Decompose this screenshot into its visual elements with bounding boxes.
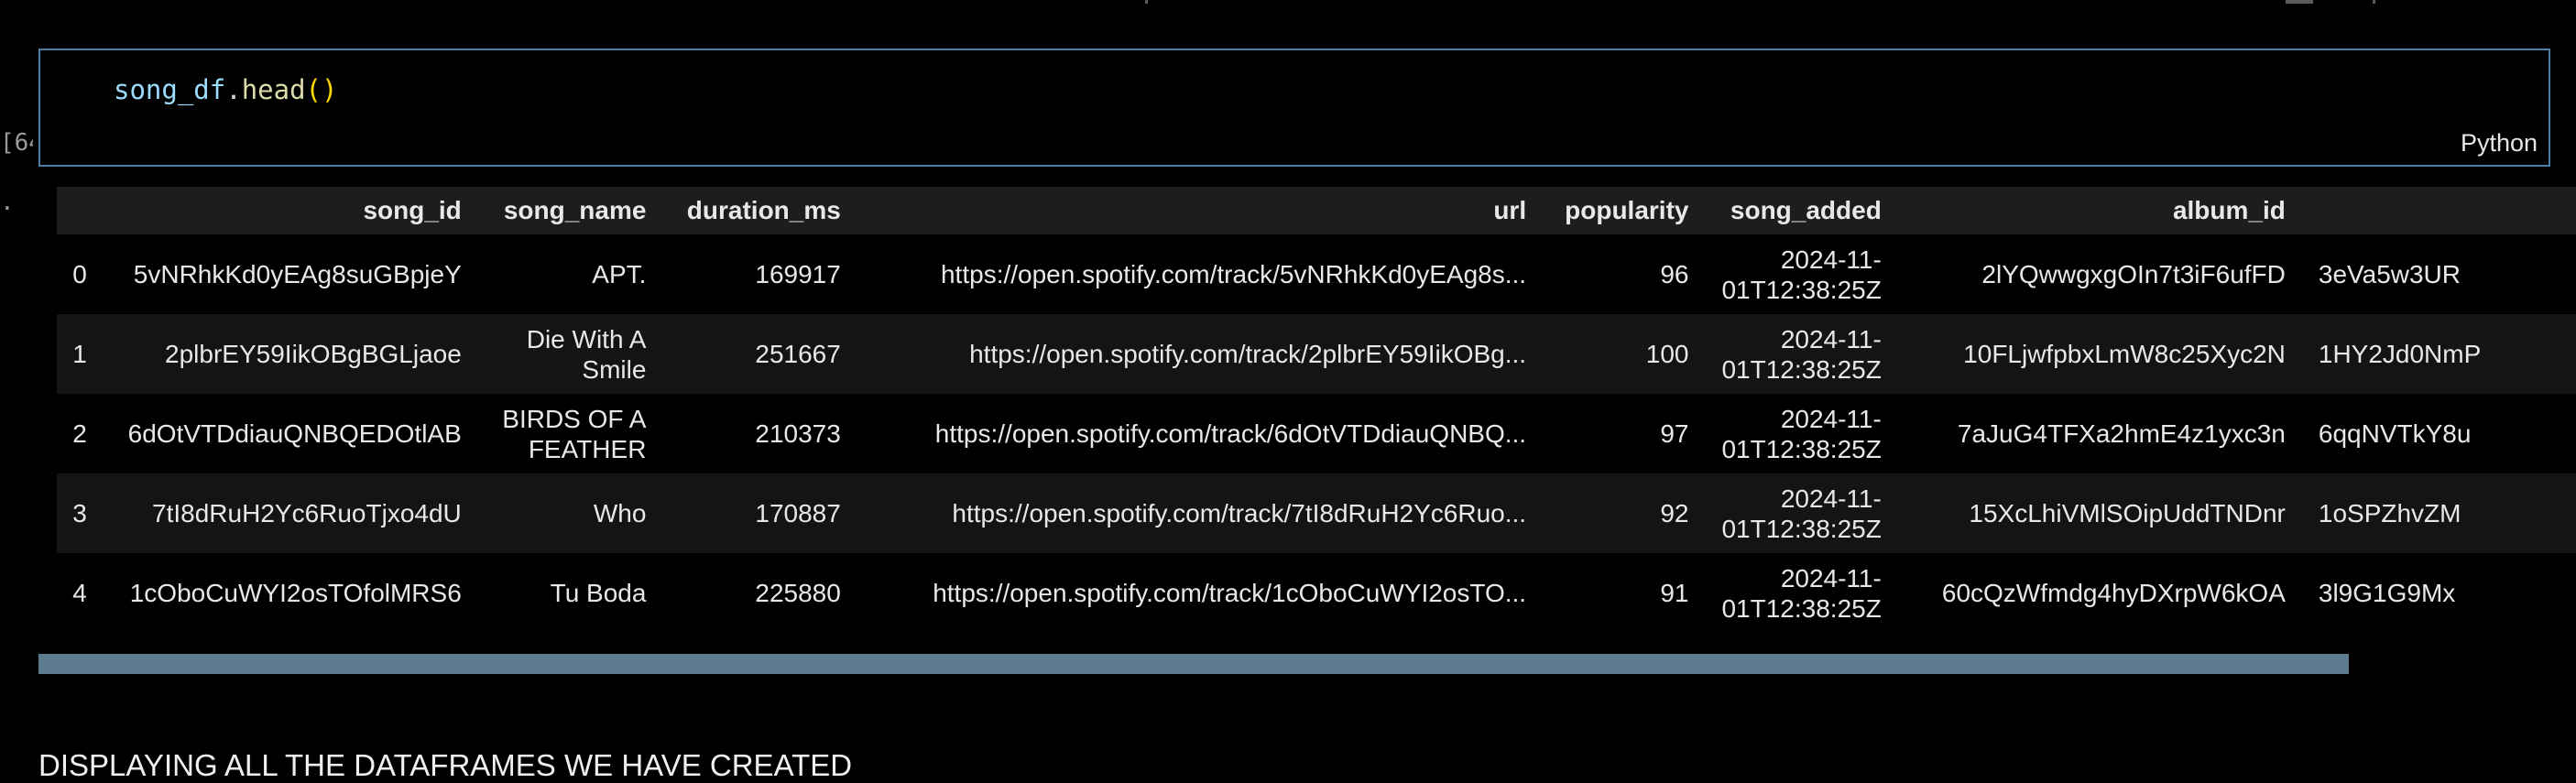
column-header-popularity: popularity <box>1543 187 1706 234</box>
cell-song-added: 2024-11-01T12:38:25Z <box>1705 234 1898 314</box>
toolbar-icon <box>2286 0 2313 4</box>
cell-song-added: 2024-11-01T12:38:25Z <box>1705 314 1898 394</box>
column-header-url: url <box>857 187 1544 234</box>
column-header-song-added: song_added <box>1705 187 1898 234</box>
cell-duration-ms: 251667 <box>662 314 857 394</box>
cell-song-id: 1cOboCuWYI2osTOfolMRS6 <box>102 553 478 633</box>
cell-song-added: 2024-11-01T12:38:25Z <box>1705 473 1898 553</box>
cell-album-id: 2lYQwwgxgOIn7t3iF6ufFD <box>1897 234 2302 314</box>
cell-song-name: APT. <box>477 234 663 314</box>
code-parens: () <box>305 74 338 105</box>
dataframe-table: song_id song_name duration_ms url popula… <box>57 187 2576 633</box>
cell-album-id: 7aJuG4TFXa2hmE4z1yxc3n <box>1897 394 2302 473</box>
cell-duration-ms: 210373 <box>662 394 857 473</box>
column-header-song-id: song_id <box>102 187 478 234</box>
table-row: 0 5vNRhkKd0yEAg8suGBpjeY APT. 169917 htt… <box>57 234 2576 314</box>
cell-truncated: 1oSPZhvZM <box>2301 473 2576 553</box>
cell-song-name: Die With A Smile <box>477 314 663 394</box>
cell-song-name: Who <box>477 473 663 553</box>
table-row: 4 1cOboCuWYI2osTOfolMRS6 Tu Boda 225880 … <box>57 553 2576 633</box>
cell-index: 2 <box>57 394 103 473</box>
cell-popularity: 91 <box>1543 553 1706 633</box>
table-row: 1 2plbrEY59IikOBgBGLjaoe Die With A Smil… <box>57 314 2576 394</box>
cell-duration-ms: 169917 <box>662 234 857 314</box>
code-cell-editor[interactable]: song_df.head() Python <box>38 49 2550 167</box>
cell-song-id: 2plbrEY59IikOBgBGLjaoe <box>102 314 478 394</box>
cell-index: 4 <box>57 553 103 633</box>
cell-output: song_id song_name duration_ms url popula… <box>57 187 2576 656</box>
cell-url: https://open.spotify.com/track/5vNRhkKd0… <box>857 234 1544 314</box>
cell-album-id: 15XcLhiVMlSOipUddTNDnr <box>1897 473 2302 553</box>
toolbar-strip <box>0 0 2576 9</box>
toolbar-icon <box>2373 0 2375 4</box>
cell-truncated: 1HY2Jd0NmP <box>2301 314 2576 394</box>
cell-truncated: 3eVa5w3UR <box>2301 234 2576 314</box>
column-header-index <box>57 187 103 234</box>
horizontal-scrollbar[interactable] <box>38 654 2349 674</box>
code-line[interactable]: song_df.head() <box>114 74 337 105</box>
column-header-album-id: album_id <box>1897 187 2302 234</box>
output-prompt: . <box>0 189 15 216</box>
cell-popularity: 92 <box>1543 473 1706 553</box>
code-variable: song_df <box>114 74 226 105</box>
cell-url: https://open.spotify.com/track/6dOtVTDdi… <box>857 394 1544 473</box>
cell-truncated: 6qqNVTkY8u <box>2301 394 2576 473</box>
execution-count: [64] <box>0 129 33 157</box>
cell-index: 3 <box>57 473 103 553</box>
code-dot: . <box>225 74 242 105</box>
cell-index: 0 <box>57 234 103 314</box>
cell-duration-ms: 225880 <box>662 553 857 633</box>
cell-popularity: 97 <box>1543 394 1706 473</box>
cell-song-name: Tu Boda <box>477 553 663 633</box>
column-header-duration-ms: duration_ms <box>662 187 857 234</box>
column-header-truncated <box>2301 187 2576 234</box>
cell-album-id: 10FLjwfpbxLmW8c25Xyc2N <box>1897 314 2302 394</box>
cell-song-id: 6dOtVTDdiauQNBQEDOtlAB <box>102 394 478 473</box>
cell-album-id: 60cQzWfmdg4hyDXrpW6kOA <box>1897 553 2302 633</box>
cell-url: https://open.spotify.com/track/7tI8dRuH2… <box>857 473 1544 553</box>
cell-song-added: 2024-11-01T12:38:25Z <box>1705 553 1898 633</box>
cell-popularity: 96 <box>1543 234 1706 314</box>
table-header-row: song_id song_name duration_ms url popula… <box>57 187 2576 234</box>
column-header-song-name: song_name <box>477 187 663 234</box>
cell-url: https://open.spotify.com/track/2plbrEY59… <box>857 314 1544 394</box>
markdown-heading: DISPLAYING ALL THE DATAFRAMES WE HAVE CR… <box>38 748 853 782</box>
cell-song-id: 7tI8dRuH2Yc6RuoTjxo4dU <box>102 473 478 553</box>
cell-index: 1 <box>57 314 103 394</box>
toolbar-icon <box>1145 0 1148 4</box>
table-row: 3 7tI8dRuH2Yc6RuoTjxo4dU Who 170887 http… <box>57 473 2576 553</box>
code-function: head <box>241 74 306 105</box>
cell-url: https://open.spotify.com/track/1cOboCuWY… <box>857 553 1544 633</box>
cell-duration-ms: 170887 <box>662 473 857 553</box>
cell-song-added: 2024-11-01T12:38:25Z <box>1705 394 1898 473</box>
cell-popularity: 100 <box>1543 314 1706 394</box>
cell-song-id: 5vNRhkKd0yEAg8suGBpjeY <box>102 234 478 314</box>
table-row: 2 6dOtVTDdiauQNBQEDOtlAB BIRDS OF A FEAT… <box>57 394 2576 473</box>
language-indicator[interactable]: Python <box>2461 129 2538 158</box>
cell-song-name: BIRDS OF A FEATHER <box>477 394 663 473</box>
cell-truncated: 3l9G1G9Mx <box>2301 553 2576 633</box>
